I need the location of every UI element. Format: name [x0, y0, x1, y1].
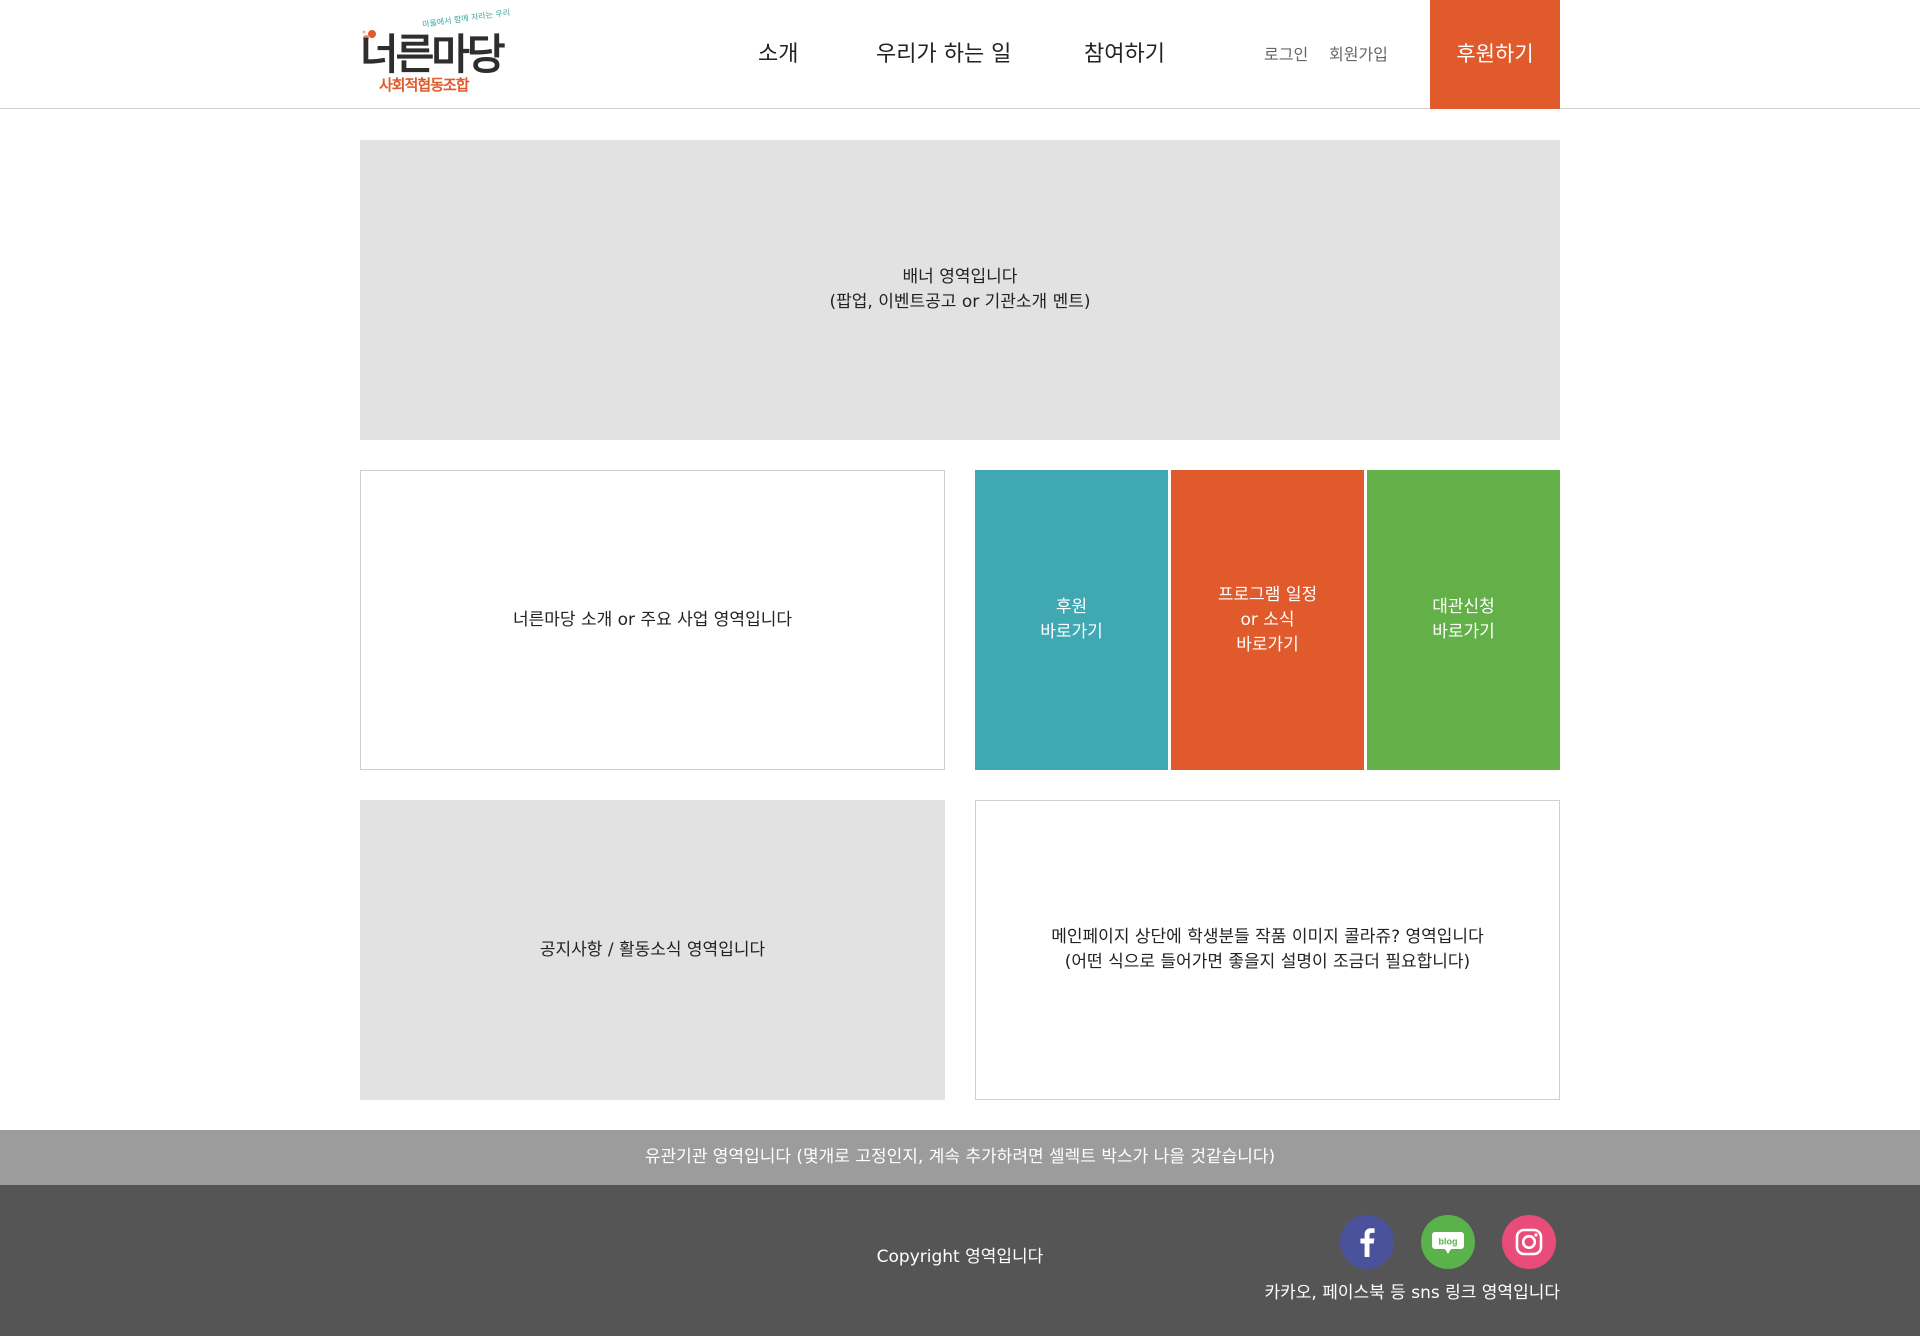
quick-link-label: 바로가기 [1432, 622, 1495, 642]
sns-links-label: 카카오, 페이스북 등 sns 링크 영역입니다 [1264, 1283, 1560, 1303]
copyright-text: Copyright 영역입니다 [876, 1247, 1044, 1267]
notice-text: 공지사항 / 활동소식 영역입니다 [539, 939, 766, 960]
logo-tagline: 마을에서 함께 자라는 우리 [421, 7, 511, 30]
notice-area: 공지사항 / 활동소식 영역입니다 [360, 800, 945, 1100]
signup-link[interactable]: 회원가입 [1329, 0, 1388, 109]
related-orgs-bar: 유관기관 영역입니다 (몇개로 고정인지, 계속 추가하려면 셀렉트 박스가 나… [0, 1130, 1920, 1185]
instagram-icon[interactable] [1502, 1215, 1556, 1269]
quick-link-label: 바로가기 [1040, 622, 1103, 642]
donate-button[interactable]: 후원하기 [1430, 0, 1560, 109]
site-header: 마을에서 함께 자라는 우리 너른마당 사회적협동조합 소개 우리가 하는 일 … [0, 0, 1920, 109]
logo-subtitle: 사회적협동조합 [379, 76, 470, 94]
quick-link-label: 대관신청 [1432, 597, 1495, 617]
facebook-icon[interactable] [1340, 1215, 1394, 1269]
nav-about[interactable]: 소개 [758, 0, 798, 109]
quick-link-rental[interactable]: 대관신청 바로가기 [1367, 470, 1560, 770]
quick-link-label: or 소식 [1240, 609, 1295, 630]
site-footer: Copyright 영역입니다 blog 카카오, 페이스북 등 sns 링크 … [0, 1185, 1920, 1336]
quick-link-label: 후원 [1055, 597, 1088, 617]
banner-area: 배너 영역입니다 (팝업, 이벤트공고 or 기관소개 멘트) [360, 140, 1560, 440]
nav-what-we-do[interactable]: 우리가 하는 일 [876, 0, 1011, 109]
blog-icon[interactable]: blog [1421, 1215, 1475, 1269]
banner-text-line1: 배너 영역입니다 [902, 267, 1018, 287]
quick-link-label: 바로가기 [1236, 634, 1299, 655]
nav-participate[interactable]: 참여하기 [1084, 0, 1165, 109]
site-logo[interactable]: 마을에서 함께 자라는 우리 너른마당 사회적협동조합 [360, 8, 511, 97]
quick-link-donate[interactable]: 후원 바로가기 [975, 470, 1168, 770]
collage-text-line1: 메인페이지 상단에 학생분들 작품 이미지 콜라쥬? 영역입니다 [1051, 927, 1484, 947]
quick-link-program-schedule[interactable]: 프로그램 일정 or 소식 바로가기 [1171, 470, 1364, 770]
collage-area: 메인페이지 상단에 학생분들 작품 이미지 콜라쥬? 영역입니다 (어떤 식으로… [975, 800, 1560, 1100]
login-link[interactable]: 로그인 [1264, 0, 1308, 109]
intro-area: 너른마당 소개 or 주요 사업 영역입니다 [360, 470, 945, 770]
quick-link-label: 프로그램 일정 [1217, 584, 1318, 605]
collage-text-line2: (어떤 식으로 들어가면 좋을지 설명이 조금더 필요합니다) [1064, 952, 1471, 972]
banner-text-line2: (팝업, 이벤트공고 or 기관소개 멘트) [829, 292, 1091, 312]
intro-text: 너른마당 소개 or 주요 사업 영역입니다 [512, 609, 792, 630]
svg-text:blog: blog [1439, 1237, 1458, 1247]
logo-name: 너른마당 [360, 30, 506, 79]
